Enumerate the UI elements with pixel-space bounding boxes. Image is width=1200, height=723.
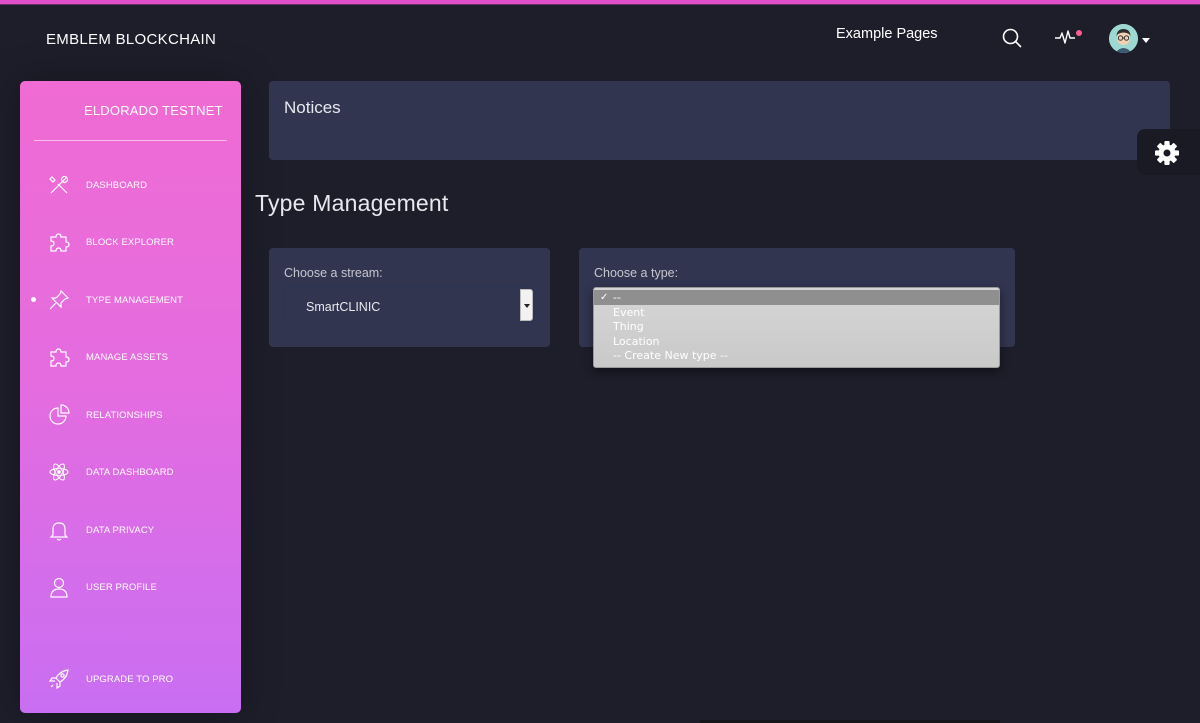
settings-button[interactable] xyxy=(1137,129,1200,175)
sidebar-item-relationships[interactable]: RELATIONSHIPS xyxy=(20,395,241,435)
sidebar-divider xyxy=(34,140,227,141)
sidebar-item-label: DATA DASHBOARD xyxy=(86,467,174,478)
gear-icon xyxy=(1155,141,1179,165)
sidebar-item-data-dashboard[interactable]: DATA DASHBOARD xyxy=(20,452,241,492)
example-pages-link[interactable]: Example Pages xyxy=(836,26,938,42)
type-option[interactable]: Location xyxy=(594,334,999,349)
puzzle-icon xyxy=(48,346,70,368)
spaceship-icon xyxy=(48,668,70,690)
brand-link[interactable]: EMBLEM BLOCKCHAIN xyxy=(46,31,216,48)
sidebar-item-label: BLOCK EXPLORER xyxy=(86,237,174,248)
app-window: EMBLEM BLOCKCHAIN Example Pages ELDORADO… xyxy=(0,0,1200,723)
type-option[interactable]: Event xyxy=(594,305,999,320)
stream-selected-value: SmartCLINIC xyxy=(306,300,381,314)
activity-icon[interactable] xyxy=(1054,27,1078,47)
user-icon xyxy=(48,576,70,598)
atom-icon xyxy=(48,461,70,483)
sidebar-item-dashboard[interactable]: DASHBOARD xyxy=(20,165,241,205)
sidebar-item-label: DATA PRIVACY xyxy=(86,525,155,536)
avatar[interactable] xyxy=(1109,24,1138,53)
type-option[interactable]: ✓ -- xyxy=(594,290,999,305)
puzzle-icon xyxy=(48,231,70,253)
sidebar-item-label: RELATIONSHIPS xyxy=(86,410,163,421)
stream-card: Choose a stream: SmartCLINIC xyxy=(269,248,550,347)
sidebar-item-type-management[interactable]: TYPE MANAGEMENT xyxy=(20,280,241,320)
chevron-down-icon[interactable] xyxy=(520,289,533,321)
type-label: Choose a type: xyxy=(594,266,679,280)
sidebar-item-upgrade-to-pro[interactable]: UPGRADE TO PRO xyxy=(20,659,241,699)
type-option[interactable]: -- Create New type -- xyxy=(594,348,999,363)
sidebar-item-block-explorer[interactable]: BLOCK EXPLORER xyxy=(20,222,241,262)
active-indicator xyxy=(31,297,36,302)
sidebar: ELDORADO TESTNET DASHBOARD BLOCK EXPLORE… xyxy=(20,81,241,713)
pie-chart-icon xyxy=(48,404,70,426)
sidebar-item-data-privacy[interactable]: DATA PRIVACY xyxy=(20,510,241,550)
tools-icon xyxy=(48,174,70,196)
type-dropdown-list[interactable]: ✓ -- Event Thing Location -- Create New … xyxy=(593,287,1000,368)
type-option[interactable]: Thing xyxy=(594,319,999,334)
sidebar-item-label: UPGRADE TO PRO xyxy=(86,674,174,685)
page-title: Type Management xyxy=(255,190,449,216)
notification-dot xyxy=(1076,30,1082,36)
stream-select[interactable]: SmartCLINIC xyxy=(284,287,535,323)
sidebar-item-label: MANAGE ASSETS xyxy=(86,352,169,363)
sidebar-item-label: USER PROFILE xyxy=(86,582,157,593)
notices-card: Notices xyxy=(269,81,1170,160)
navbar: EMBLEM BLOCKCHAIN Example Pages xyxy=(0,5,1200,67)
sidebar-item-label: TYPE MANAGEMENT xyxy=(86,295,184,306)
sidebar-title[interactable]: ELDORADO TESTNET xyxy=(84,103,223,118)
sidebar-item-manage-assets[interactable]: MANAGE ASSETS xyxy=(20,337,241,377)
bell-icon xyxy=(48,519,70,541)
search-icon[interactable] xyxy=(1002,28,1022,48)
checkmark-icon: ✓ xyxy=(600,292,609,303)
stream-label: Choose a stream: xyxy=(284,266,383,280)
notices-title: Notices xyxy=(284,98,341,117)
sidebar-item-label: DASHBOARD xyxy=(86,180,148,191)
sidebar-item-user-profile[interactable]: USER PROFILE xyxy=(20,567,241,607)
chevron-down-icon[interactable] xyxy=(1142,38,1150,43)
pin-icon xyxy=(48,289,70,311)
